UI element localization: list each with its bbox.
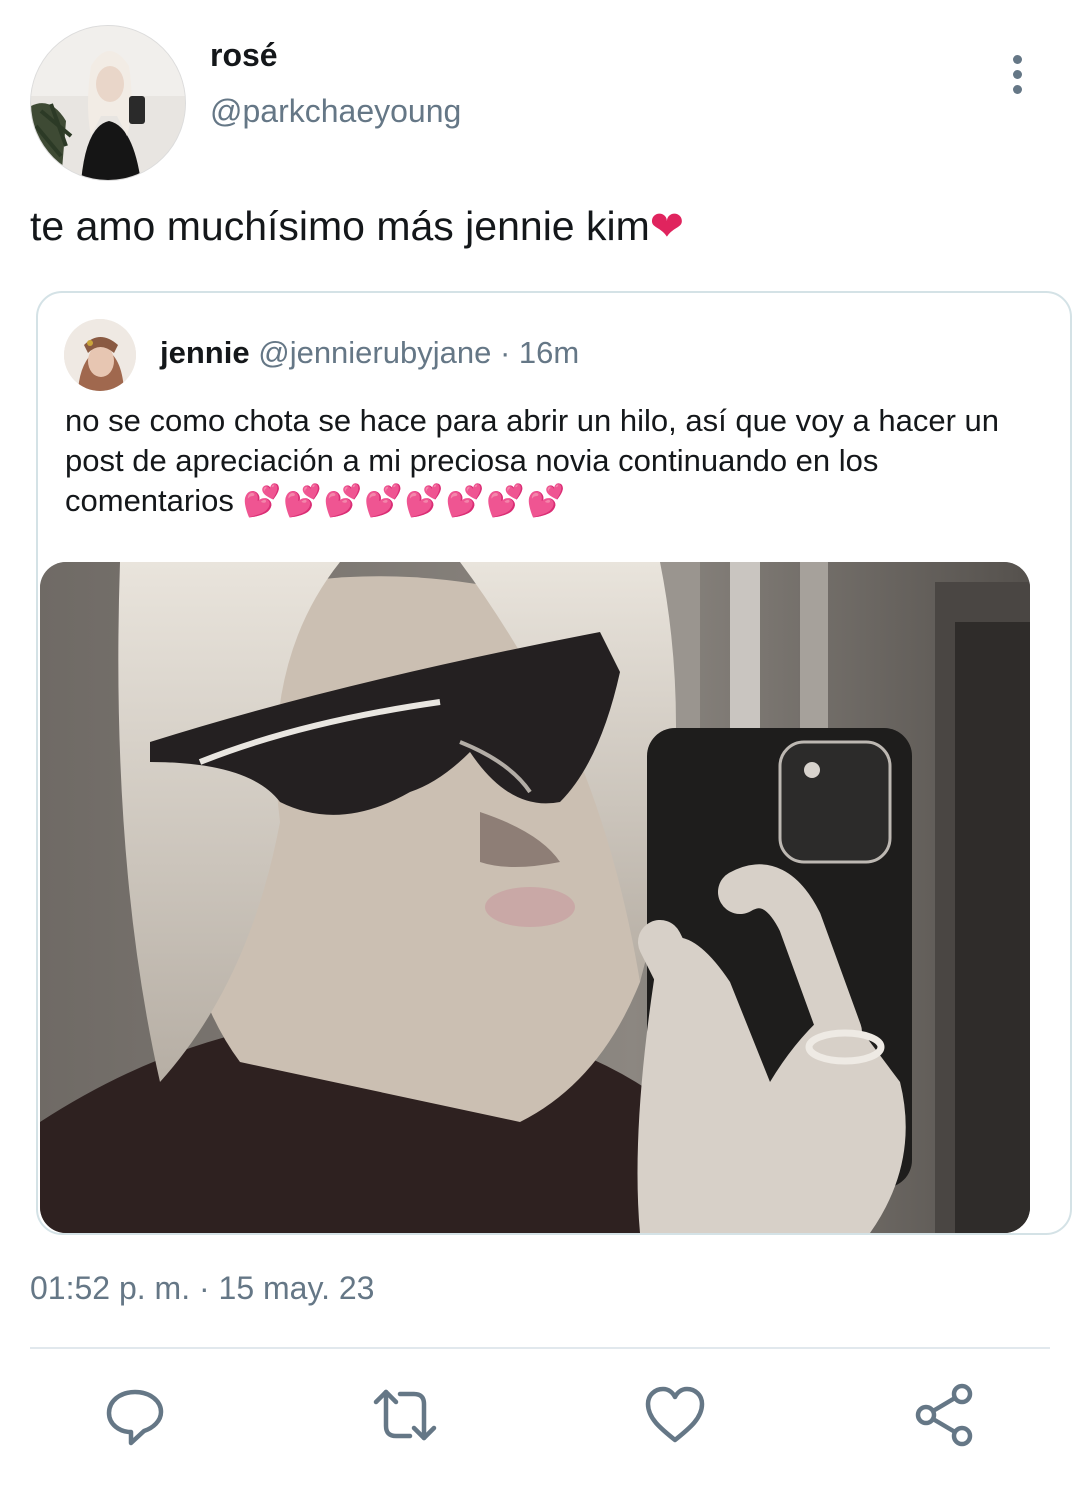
tweet-actions (0, 1380, 1080, 1460)
quoted-author-handle[interactable]: @jennierubyjane (258, 335, 491, 370)
tweet-timestamp: 01:52 p. m. · 15 may. 23 (30, 1270, 375, 1306)
author-avatar[interactable] (30, 25, 186, 181)
quoted-tweet-time: · 16m (491, 335, 580, 370)
tweet-text-body: te amo muchísimo más jennie kim (30, 203, 650, 249)
more-vertical-icon[interactable] (1002, 55, 1032, 105)
quoted-author-avatar[interactable] (64, 319, 136, 391)
reply-icon[interactable] (100, 1380, 170, 1450)
tweet-header: rosé @parkchaeyoung (30, 25, 1050, 185)
author-handle[interactable]: @parkchaeyoung (210, 93, 461, 130)
quoted-tweet-text: no se como chota se hace para abrir un h… (65, 401, 1045, 521)
share-icon[interactable] (910, 1380, 980, 1450)
divider (30, 1347, 1050, 1349)
quoted-tweet[interactable]: jennie @jennierubyjane · 16m no se como … (36, 291, 1072, 1235)
heart-icon[interactable] (640, 1380, 710, 1450)
quoted-tweet-photo[interactable] (40, 562, 1030, 1233)
heart-emoji: ❤ (649, 203, 685, 249)
quoted-author-name[interactable]: jennie (160, 335, 250, 370)
author-name[interactable]: rosé (210, 37, 278, 74)
tweet-text: te amo muchísimo más jennie kim❤ (30, 202, 684, 250)
hearts-emoji: 💕💕💕💕💕💕💕💕 (242, 483, 568, 518)
retweet-icon[interactable] (370, 1380, 440, 1450)
quoted-tweet-header: jennie @jennierubyjane · 16m (160, 335, 579, 371)
